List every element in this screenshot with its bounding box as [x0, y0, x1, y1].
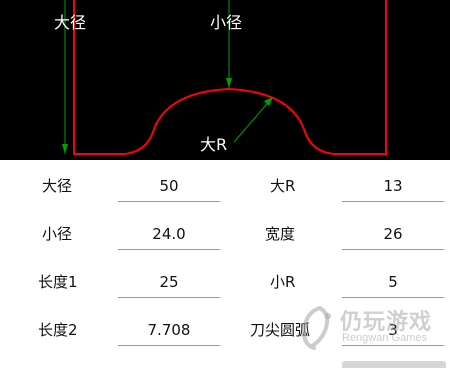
large-r-arrowhead [264, 97, 273, 106]
input-length2[interactable]: 7.708 [118, 315, 220, 346]
label-small-r: 小R [270, 273, 296, 291]
label-small-diameter: 小径 [42, 225, 73, 243]
label-width: 宽度 [265, 225, 296, 243]
input-large-diameter[interactable]: 50 [118, 171, 220, 202]
small-diameter-drawing-label: 小径 [210, 13, 242, 32]
large-r-drawing-label: 大R [200, 135, 227, 154]
large-r-leader-line [233, 97, 273, 143]
label-large-diameter: 大径 [42, 177, 73, 195]
label-length1: 长度1 [38, 273, 78, 291]
input-large-r[interactable]: 13 [342, 171, 444, 202]
input-width[interactable]: 26 [342, 219, 444, 250]
app-root: 大径 小径 大R 大径 50 大R 13 小径 24.0 宽度 26 长度1 2… [0, 0, 450, 368]
label-length2: 长度2 [38, 321, 78, 339]
profile-drawing: 大径 小径 大R [54, 0, 387, 155]
small-diameter-arrowhead [226, 78, 232, 88]
large-diameter-arrowhead [62, 144, 68, 154]
input-small-diameter[interactable]: 24.0 [118, 219, 220, 250]
input-small-r[interactable]: 5 [342, 267, 444, 298]
large-diameter-drawing-label: 大径 [54, 13, 86, 32]
input-length1[interactable]: 25 [118, 267, 220, 298]
label-tool-tip-arc: 刀尖圆弧 [250, 321, 311, 339]
input-tool-tip-arc[interactable]: 3 [342, 315, 444, 346]
drawing-canvas: 大径 小径 大R [0, 0, 450, 160]
parameter-form: 大径 50 大R 13 小径 24.0 宽度 26 长度1 25 小R 5 长度… [0, 160, 450, 368]
label-large-r: 大R [270, 177, 296, 195]
bottom-button-edge[interactable] [342, 361, 446, 368]
